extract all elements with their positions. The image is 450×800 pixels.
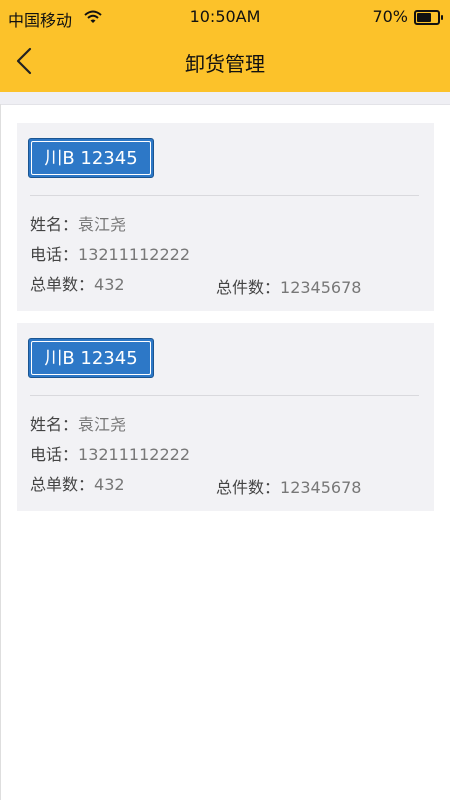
license-plate: 川B 12345 (28, 138, 154, 178)
pieces-label: 总件数： (216, 278, 281, 297)
unload-card[interactable]: 川B 12345 姓名：袁江尧 电话：13211112222 总单数：432 总… (17, 123, 434, 311)
pieces-count: 12345678 (280, 278, 362, 297)
top-bar: 中国移动 10:50AM 70% 卸货管理 (0, 0, 450, 92)
card-divider (30, 195, 419, 196)
orders-row: 总单数：432 (30, 471, 125, 495)
orders-count: 432 (94, 475, 125, 494)
battery-percent: 70% (372, 7, 408, 26)
phone-row: 电话：13211112222 (30, 241, 190, 265)
phone-row: 电话：13211112222 (30, 441, 190, 465)
phone-label: 电话： (30, 245, 79, 264)
status-bar: 中国移动 10:50AM 70% (0, 0, 450, 33)
plate-number: 川B 12345 (31, 141, 151, 175)
pieces-row: 总件数：12345678 (216, 474, 361, 498)
orders-count: 432 (94, 275, 125, 294)
navigation-bar: 卸货管理 (0, 33, 450, 92)
driver-name: 袁江尧 (78, 215, 127, 234)
phone-number: 13211112222 (78, 245, 190, 264)
battery-icon (414, 10, 443, 25)
name-label: 姓名： (30, 415, 79, 434)
license-plate: 川B 12345 (28, 338, 154, 378)
card-divider (30, 395, 419, 396)
name-label: 姓名： (30, 215, 79, 234)
unload-card[interactable]: 川B 12345 姓名：袁江尧 电话：13211112222 总单数：432 总… (17, 323, 434, 511)
phone-number: 13211112222 (78, 445, 190, 464)
left-border (0, 104, 1, 800)
pieces-count: 12345678 (280, 478, 362, 497)
orders-label: 总单数： (30, 475, 95, 494)
driver-name-row: 姓名：袁江尧 (30, 411, 126, 435)
driver-name: 袁江尧 (78, 415, 127, 434)
pieces-row: 总件数：12345678 (216, 274, 361, 298)
orders-label: 总单数： (30, 275, 95, 294)
plate-number: 川B 12345 (31, 341, 151, 375)
driver-name-row: 姓名：袁江尧 (30, 211, 126, 235)
pieces-label: 总件数： (216, 478, 281, 497)
phone-label: 电话： (30, 445, 79, 464)
header-separator (0, 92, 450, 105)
page-title: 卸货管理 (185, 52, 265, 76)
orders-row: 总单数：432 (30, 271, 125, 295)
